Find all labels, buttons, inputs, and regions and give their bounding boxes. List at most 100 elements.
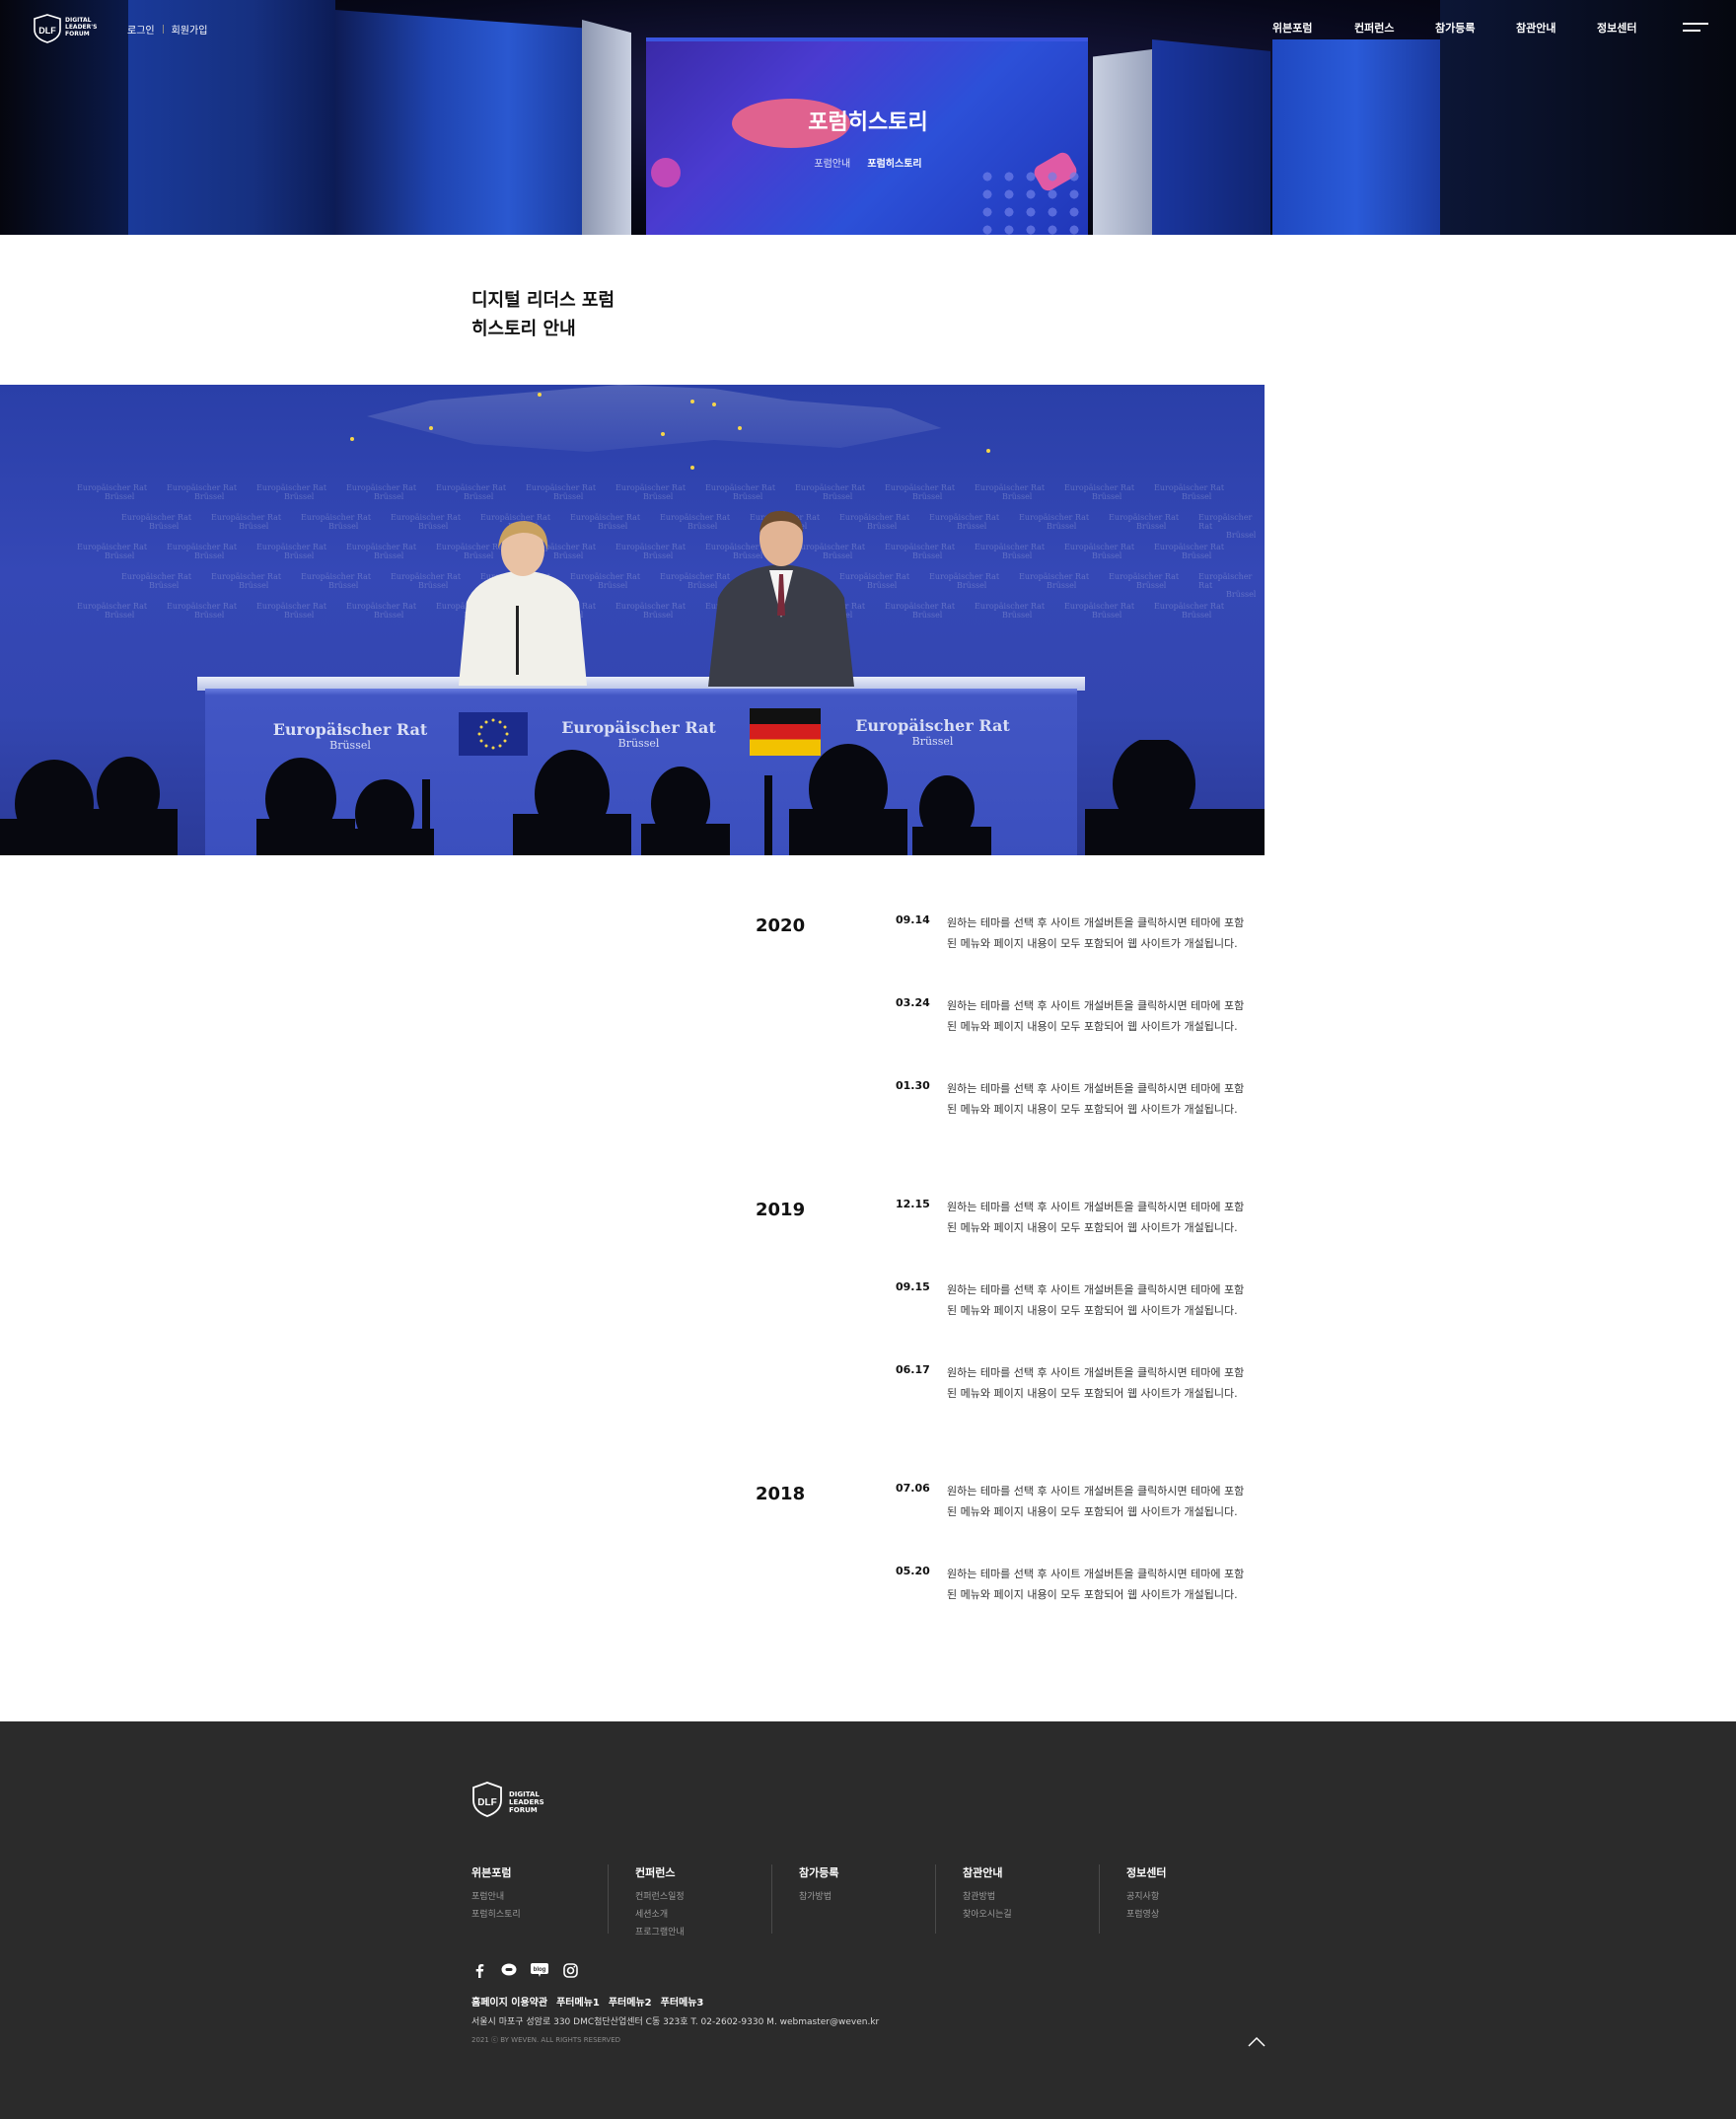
page: DLF DIGITAL LEADER'S FORUM 로그인 회원가입 위븐포럼… bbox=[0, 0, 1736, 2119]
intro-line: 히스토리 안내 bbox=[471, 319, 576, 339]
wall-text: Europäischer RatBrüssel bbox=[975, 602, 1046, 620]
nav-item-visit-guide[interactable]: 참관안내 bbox=[1516, 20, 1555, 36]
wall-text: Europäischer RatBrüssel bbox=[1064, 602, 1135, 620]
footer-column-heading[interactable]: 정보센터 bbox=[1126, 1864, 1166, 1880]
footer-links: 홈페이지 이용약관 푸터메뉴1 푸터메뉴2 푸터메뉴3 bbox=[471, 1994, 703, 2009]
logo-line: DIGITAL bbox=[509, 1790, 540, 1798]
logo-line: LEADERS bbox=[509, 1798, 544, 1806]
screen-graphic bbox=[976, 168, 1085, 235]
nav-item-info-center[interactable]: 정보센터 bbox=[1597, 20, 1636, 36]
entry-date: 03.24 bbox=[896, 996, 930, 1009]
chevron-up-icon[interactable] bbox=[1245, 2033, 1268, 2049]
nav-item-conference[interactable]: 컨퍼런스 bbox=[1354, 20, 1394, 36]
wall-text: Europäischer RatBrüssel bbox=[1109, 572, 1180, 590]
nav-item-weven-forum[interactable]: 위븐포럼 bbox=[1272, 20, 1312, 36]
entry-description: 원하는 테마를 선택 후 사이트 개설버튼을 클릭하시면 테마에 포함된 메뉴와… bbox=[947, 916, 1245, 950]
footer-column-link[interactable]: 프로그램안내 bbox=[635, 1924, 685, 1941]
blog-icon[interactable]: blog bbox=[531, 1962, 548, 1978]
social-links: blog bbox=[471, 1962, 578, 1978]
company-address: 서울시 마포구 성암로 330 DMC첨단산업센터 C동 323호 T. 02-… bbox=[471, 2017, 880, 2027]
facebook-icon[interactable] bbox=[471, 1962, 487, 1978]
press-conference-photo: Europäischer Rat Brüssel Europäischer Rat B… bbox=[0, 385, 1265, 855]
footer-column-link[interactable]: 참가방법 bbox=[799, 1888, 838, 1906]
wall-text: Europäischer RatBrüssel bbox=[885, 483, 956, 501]
star-icon bbox=[738, 426, 742, 430]
timeline-year: 2020 bbox=[756, 915, 806, 936]
footer-menu-link[interactable]: 푸터메뉴2 bbox=[609, 1994, 652, 2009]
wall-text: Europäischer RatBrüssel bbox=[211, 572, 282, 590]
wall-text: Europäischer RatBrüssel bbox=[1019, 572, 1090, 590]
instagram-icon[interactable] bbox=[562, 1962, 578, 1978]
entry-description: 원하는 테마를 선택 후 사이트 개설버튼을 클릭하시면 테마에 포함된 메뉴와… bbox=[947, 1283, 1245, 1317]
footer-column-link[interactable]: 컨퍼런스일정 bbox=[635, 1888, 685, 1906]
footer-menu-link[interactable]: 푸터메뉴3 bbox=[661, 1994, 704, 2009]
divider bbox=[162, 25, 164, 34]
footer-divider bbox=[1099, 1864, 1100, 1934]
terms-link[interactable]: 홈페이지 이용약관 bbox=[471, 1994, 547, 2009]
dlf-logo-icon[interactable]: DLF bbox=[33, 14, 62, 43]
wall-text: Europäischer RatBrüssel bbox=[1198, 513, 1257, 540]
footer-column-heading[interactable]: 위븐포럼 bbox=[471, 1864, 521, 1880]
entry-date: 06.17 bbox=[896, 1363, 930, 1376]
login-link[interactable]: 로그인 bbox=[127, 22, 155, 37]
footer-column-heading[interactable]: 참관안내 bbox=[963, 1864, 1012, 1880]
copyright: 2021 ⓒ BY WEVEN. ALL RIGHTS RESERVED bbox=[471, 2036, 621, 2044]
logo-mark: DLF bbox=[477, 1797, 496, 1808]
footer-divider bbox=[608, 1864, 609, 1934]
entry-description: 원하는 테마를 선택 후 사이트 개설버튼을 클릭하시면 테마에 포함된 메뉴와… bbox=[947, 1568, 1245, 1601]
footer-column: 정보센터공지사항 포럼영상 bbox=[1126, 1864, 1166, 1934]
wall-text: Europäischer RatBrüssel bbox=[975, 483, 1046, 501]
logo-mark: DLF bbox=[38, 26, 56, 36]
footer-column-link[interactable]: 공지사항 bbox=[1126, 1888, 1166, 1906]
dlf-logo-icon[interactable]: DLF bbox=[471, 1781, 503, 1818]
wall-text: Europäischer RatBrüssel bbox=[256, 543, 327, 560]
wall-text: Europäischer RatBrüssel bbox=[256, 483, 327, 501]
hamburger-icon[interactable] bbox=[1683, 20, 1708, 34]
stage-panel bbox=[1152, 39, 1270, 235]
wall-text: Europäischer RatBrüssel bbox=[885, 543, 956, 560]
footer-menu-link[interactable]: 푸터메뉴1 bbox=[556, 1994, 600, 2009]
hero-banner: DLF DIGITAL LEADER'S FORUM 로그인 회원가입 위븐포럼… bbox=[0, 0, 1736, 235]
logo-line: LEADER'S bbox=[65, 24, 98, 31]
star-icon bbox=[661, 432, 665, 436]
nav-item-registration[interactable]: 참가등록 bbox=[1435, 20, 1475, 36]
stage-panel bbox=[1093, 49, 1152, 235]
auth-links: 로그인 회원가입 bbox=[127, 22, 207, 37]
wall-text: Europäischer RatBrüssel bbox=[256, 602, 327, 620]
wall-text: Europäischer RatBrüssel bbox=[77, 543, 148, 560]
footer-column-link[interactable]: 참관방법 bbox=[963, 1888, 1012, 1906]
signup-link[interactable]: 회원가입 bbox=[172, 22, 208, 37]
wall-text: Europäischer RatBrüssel bbox=[346, 602, 417, 620]
wall-text: Europäischer RatBrüssel bbox=[615, 483, 687, 501]
entry-date: 01.30 bbox=[896, 1079, 930, 1092]
talk-icon[interactable] bbox=[501, 1962, 517, 1978]
wall-text: Europäischer RatBrüssel bbox=[526, 483, 597, 501]
footer-divider bbox=[771, 1864, 772, 1934]
page-title: 포럼히스토리 bbox=[808, 110, 928, 135]
wall-text: Europäischer RatBrüssel bbox=[975, 543, 1046, 560]
logo-text: DIGITAL LEADER'S FORUM bbox=[65, 17, 97, 37]
stage-panel bbox=[1272, 39, 1440, 235]
wall-text: Europäischer RatBrüssel bbox=[301, 513, 372, 531]
entry-description: 원하는 테마를 선택 후 사이트 개설버튼을 클릭하시면 테마에 포함된 메뉴와… bbox=[947, 999, 1245, 1033]
entry-date: 09.14 bbox=[896, 913, 930, 926]
wall-text: Europäischer RatBrüssel bbox=[1064, 543, 1135, 560]
wall-text: Europäischer RatBrüssel bbox=[436, 483, 507, 501]
footer-column-link[interactable]: 포럼안내 bbox=[471, 1888, 521, 1906]
footer-column-link[interactable]: 포럼히스토리 bbox=[471, 1906, 521, 1924]
footer-column-heading[interactable]: 컨퍼런스 bbox=[635, 1864, 685, 1880]
footer-column-link[interactable]: 세션소개 bbox=[635, 1906, 685, 1924]
breadcrumb-item[interactable]: 포럼안내 bbox=[814, 159, 850, 170]
entry-date: 12.15 bbox=[896, 1198, 930, 1210]
footer-column-link[interactable]: 찾아오시는길 bbox=[963, 1906, 1012, 1924]
entry-description: 원하는 테마를 선택 후 사이트 개설버튼을 클릭하시면 테마에 포함된 메뉴와… bbox=[947, 1485, 1245, 1518]
logo-line: FORUM bbox=[65, 31, 90, 37]
footer-column-link[interactable]: 포럼영상 bbox=[1126, 1906, 1166, 1924]
footer-column: 참관안내참관방법 찾아오시는길 bbox=[963, 1864, 1012, 1934]
wall-text: Europäischer RatBrüssel bbox=[346, 483, 417, 501]
footer-column-heading[interactable]: 참가등록 bbox=[799, 1864, 838, 1880]
speaker-figure bbox=[459, 521, 587, 686]
wall-text: Europäischer RatBrüssel bbox=[1064, 483, 1135, 501]
wall-text: Europäischer RatBrüssel bbox=[885, 602, 956, 620]
star-icon bbox=[986, 449, 990, 453]
